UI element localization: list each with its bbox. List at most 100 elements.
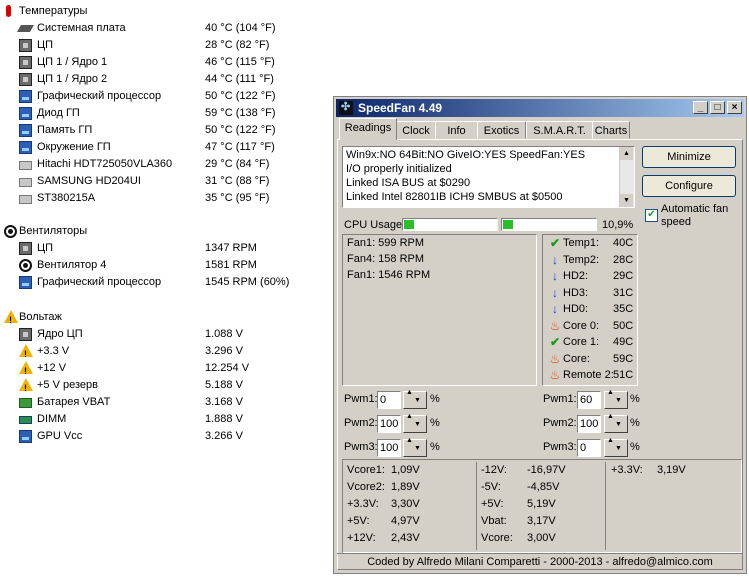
log-line: Linked ISA BUS at $0290 bbox=[346, 177, 471, 189]
log-line: I/O properly initialized bbox=[346, 163, 452, 175]
fan-icon bbox=[4, 225, 17, 238]
pwm-percent: % bbox=[430, 393, 440, 405]
gpu-icon bbox=[19, 90, 32, 103]
pwm-value-input[interactable]: 100 bbox=[577, 415, 601, 433]
voltage-value: 1,09V bbox=[391, 464, 420, 476]
pwm-value-input[interactable]: 100 bbox=[377, 439, 401, 457]
sensor-name: Окружение ГП bbox=[37, 141, 111, 153]
cpu-icon bbox=[19, 39, 32, 52]
sensor-name: Диод ГП bbox=[37, 107, 80, 119]
temp-name: Core 0: bbox=[563, 319, 600, 332]
sensor-row: Окружение ГП 47 °C (117 °F) bbox=[0, 139, 330, 156]
tab-readings[interactable]: Readings bbox=[339, 118, 397, 140]
temp-value: 40C bbox=[613, 237, 634, 249]
pwm-percent: % bbox=[630, 393, 640, 405]
temp-value: 35C bbox=[613, 303, 634, 315]
check-icon: ✔ bbox=[549, 236, 561, 250]
sensor-value: 1347 RPM bbox=[205, 242, 257, 254]
arrow-down-icon: ↓ bbox=[552, 285, 558, 300]
sensor-name: Ядро ЦП bbox=[37, 328, 83, 340]
warning-icon: ! bbox=[19, 344, 33, 359]
minimize-button[interactable]: Minimize bbox=[642, 146, 736, 168]
temp-value: 50C bbox=[613, 319, 634, 332]
battery-icon bbox=[19, 398, 32, 408]
pwm-stepper[interactable] bbox=[604, 437, 628, 457]
pwm-value-input[interactable]: 0 bbox=[577, 439, 601, 457]
sensor-value: 35 °C (95 °F) bbox=[205, 192, 270, 204]
sensor-value: 1.888 V bbox=[205, 413, 243, 425]
sensor-row: ЦП 1347 RPM bbox=[0, 240, 330, 257]
thermometer-icon bbox=[6, 5, 11, 17]
scroll-down-icon[interactable]: ▼ bbox=[620, 194, 633, 207]
temp-value: 29C bbox=[613, 270, 634, 282]
sensor-row: Диод ГП 59 °C (138 °F) bbox=[0, 105, 330, 122]
check-icon: ✔ bbox=[549, 335, 561, 349]
log-scrollbar[interactable]: ▲ ▼ bbox=[619, 147, 634, 207]
close-window-icon[interactable]: × bbox=[727, 101, 742, 114]
sensor-name: ST380215A bbox=[37, 192, 96, 204]
configure-button[interactable]: Configure bbox=[642, 175, 736, 197]
pwm-value-input[interactable]: 100 bbox=[377, 415, 401, 433]
voltage-name: Vcore2: bbox=[347, 481, 385, 493]
sensor-name: Батарея VBAT bbox=[37, 396, 111, 408]
cpu-usage-bar-2 bbox=[501, 218, 597, 231]
auto-fan-checkbox[interactable]: ✔ bbox=[645, 209, 658, 222]
maximize-window-icon[interactable]: □ bbox=[710, 101, 725, 114]
scroll-up-icon[interactable]: ▲ bbox=[620, 147, 633, 160]
fan-reading: Fan1: 1546 RPM bbox=[347, 269, 431, 281]
tab-exotics[interactable]: Exotics bbox=[477, 121, 526, 139]
tab-clock[interactable]: Clock bbox=[396, 121, 436, 139]
temp-value: 28C bbox=[613, 253, 634, 266]
tab-smart[interactable]: S.M.A.R.T. bbox=[526, 121, 593, 139]
minimize-window-icon[interactable]: _ bbox=[693, 101, 708, 114]
sensor-value: 5.188 V bbox=[205, 379, 243, 391]
sensor-value: 3.266 V bbox=[205, 430, 243, 442]
warning-icon: ! bbox=[19, 378, 33, 393]
pwm-stepper[interactable] bbox=[403, 389, 427, 409]
sensor-section-header: ! Вольтаж bbox=[0, 309, 330, 326]
cpu-icon bbox=[19, 328, 32, 341]
temps-panel: ✔ Temp1: 40C ↓ Temp2: 28C ↓ HD2: 29C ↓ HD3: 31C ↓ HD0… bbox=[542, 234, 638, 386]
pwm-label: Pwm1: bbox=[344, 393, 378, 405]
voltage-name: Vbat: bbox=[481, 515, 507, 527]
tab-info[interactable]: Info bbox=[435, 121, 478, 139]
sensor-row: ! +5 V резерв 5.188 V bbox=[0, 377, 330, 394]
pwm-percent: % bbox=[630, 441, 640, 453]
pwm-stepper[interactable] bbox=[403, 437, 427, 457]
pwm-stepper[interactable] bbox=[604, 413, 628, 433]
sensor-row: Батарея VBAT 3.168 V bbox=[0, 394, 330, 411]
sensor-value: 3.296 V bbox=[205, 345, 243, 357]
ram-icon bbox=[19, 416, 32, 424]
sensor-row: ЦП 28 °C (82 °F) bbox=[0, 37, 330, 54]
gpu-icon bbox=[19, 276, 32, 289]
tab-charts[interactable]: Charts bbox=[592, 121, 630, 139]
flame-icon: ♨ bbox=[549, 368, 561, 382]
disk-icon bbox=[19, 195, 32, 204]
arrow-down-icon: ↓ bbox=[552, 252, 558, 267]
sensor-value: 29 °C (84 °F) bbox=[205, 158, 270, 170]
pwm-value-input[interactable]: 0 bbox=[377, 391, 401, 409]
cpu-icon bbox=[19, 73, 32, 86]
voltage-value: 1,89V bbox=[391, 481, 420, 493]
sensor-value: 12.254 V bbox=[205, 362, 250, 374]
title-bar[interactable]: SpeedFan 4.49 _ □ × bbox=[336, 99, 744, 117]
sensor-name: Вентилятор 4 bbox=[37, 259, 107, 271]
pwm-label: Pwm2: bbox=[344, 417, 378, 429]
voltage-value: 2,43V bbox=[391, 532, 420, 544]
pwm-stepper[interactable] bbox=[403, 413, 427, 433]
voltage-value: 3,19V bbox=[657, 464, 686, 476]
speedfan-window: SpeedFan 4.49 _ □ × ReadingsClockInfoExo… bbox=[333, 96, 747, 574]
temp-name: HD3: bbox=[563, 286, 589, 299]
temp-name: Core 1: bbox=[563, 336, 600, 348]
sensor-name: ЦП 1 / Ядро 1 bbox=[37, 56, 108, 68]
sensor-name: SAMSUNG HD204UI bbox=[37, 175, 141, 187]
temp-name: HD0: bbox=[563, 303, 589, 315]
sensor-row: Графический процессор 1545 RPM (60%) bbox=[0, 274, 330, 291]
log-box[interactable]: Win9x:NO 64Bit:NO GiveIO:YES SpeedFan:YE… bbox=[342, 146, 635, 208]
pwm-stepper[interactable] bbox=[604, 389, 628, 409]
motherboard-icon bbox=[16, 25, 35, 32]
sensor-value: 31 °C (88 °F) bbox=[205, 175, 270, 187]
pwm-value-input[interactable]: 60 bbox=[577, 391, 601, 409]
sensor-name: +12 V bbox=[37, 362, 67, 374]
sensor-section-header: Вентиляторы bbox=[0, 223, 330, 240]
